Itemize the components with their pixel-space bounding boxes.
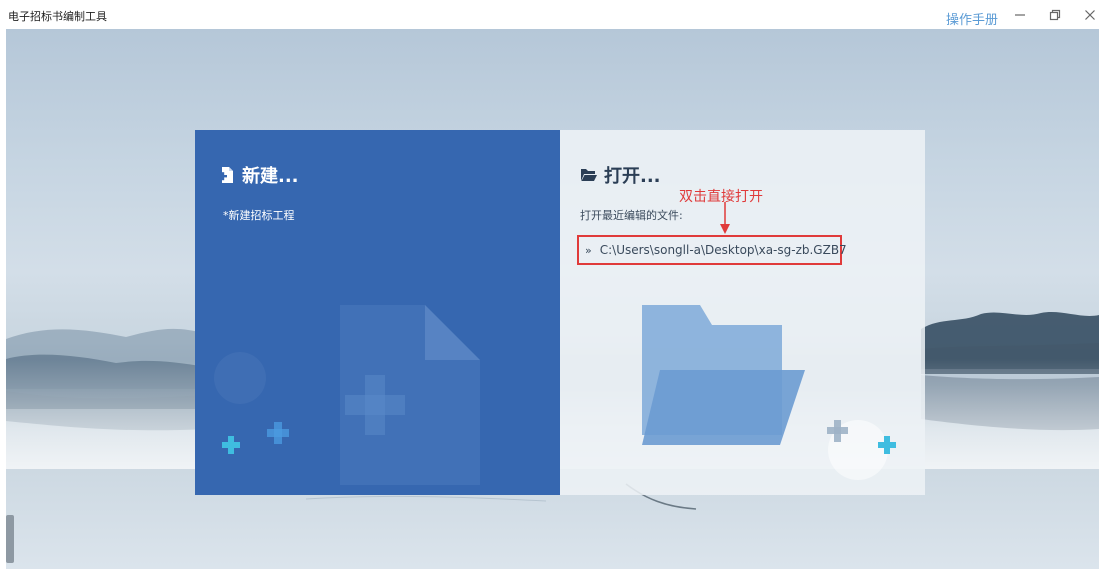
- open-panel-title[interactable]: 打开...: [580, 162, 661, 188]
- title-bar: 电子招标书编制工具 操作手册: [0, 0, 1105, 29]
- open-project-panel[interactable]: 打开... 打开最近编辑的文件: » C:\Users\songll-a\Des…: [560, 130, 925, 495]
- recent-files-label: 打开最近编辑的文件:: [580, 209, 683, 222]
- minimize-icon: [1015, 14, 1025, 16]
- manual-link[interactable]: 操作手册: [946, 9, 998, 28]
- double-chevron-icon: »: [585, 243, 592, 257]
- recent-file-item[interactable]: » C:\Users\songll-a\Desktop\xa-sg-zb.GZB…: [577, 235, 847, 265]
- new-project-panel[interactable]: 新建... *新建招标工程: [195, 130, 560, 495]
- side-drag-handle[interactable]: [6, 515, 14, 563]
- new-file-icon: [219, 167, 233, 183]
- restore-icon: [1049, 9, 1061, 21]
- maximize-button[interactable]: [1045, 6, 1065, 24]
- new-panel-title-text: 新建...: [242, 166, 299, 187]
- open-panel-title-text: 打开...: [604, 166, 661, 187]
- new-tender-project-link[interactable]: *新建招标工程: [223, 207, 295, 223]
- close-icon: [1085, 10, 1095, 20]
- app-title: 电子招标书编制工具: [8, 10, 107, 23]
- recent-file-path: C:\Users\songll-a\Desktop\xa-sg-zb.GZB7: [599, 243, 847, 257]
- minimize-button[interactable]: [1010, 6, 1030, 24]
- new-panel-title[interactable]: 新建...: [218, 162, 299, 188]
- close-button[interactable]: [1080, 6, 1100, 24]
- folder-icon: [581, 169, 597, 181]
- annotation-arrow-icon: [720, 202, 730, 234]
